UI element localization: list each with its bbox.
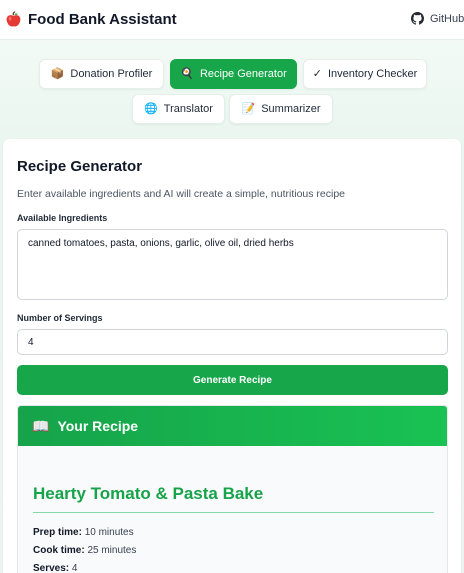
box-icon: 📦 [50, 67, 65, 80]
recipe-result-panel: 📖 Your Recipe Hearty Tomato & Pasta Bake… [17, 405, 448, 573]
tab-label: Recipe Generator [199, 68, 287, 80]
result-header-title: Your Recipe [57, 418, 139, 434]
ingredients-label: Available Ingredients [17, 213, 108, 223]
tab-summarizer[interactable]: 📝 Summarizer [229, 94, 333, 124]
meta-value: 25 minutes [87, 545, 137, 556]
servings-label: Number of Servings [17, 313, 103, 323]
cook-time: Cook time: 25 minutes [33, 545, 136, 556]
section-title: Recipe Generator [17, 158, 143, 175]
meta-label: Serves: [33, 563, 70, 573]
page: Food Bank Assistant GitHub 📦 Donation Pr… [0, 0, 464, 573]
tab-label: Donation Profiler [70, 68, 153, 80]
tab-label: Translator [163, 103, 213, 115]
serves: Serves: 4 [33, 563, 77, 573]
github-label: GitHub [430, 12, 464, 25]
section-description: Enter available ingredients and AI will … [17, 188, 346, 200]
meta-label: Prep time: [33, 527, 82, 538]
ingredients-input[interactable] [17, 229, 448, 300]
globe-icon: 🌐 [144, 102, 158, 115]
servings-input[interactable] [17, 329, 448, 355]
prep-time: Prep time: 10 minutes [33, 527, 134, 538]
meta-label: Cook time: [33, 545, 85, 556]
memo-icon: 📝 [241, 102, 256, 115]
recipe-title: Hearty Tomato & Pasta Bake [33, 484, 264, 503]
app-title: Food Bank Assistant [28, 11, 177, 28]
tab-label: Summarizer [261, 103, 321, 115]
recipe-divider [33, 512, 434, 513]
open-book-icon: 📖 [32, 418, 50, 434]
tab-label: Inventory Checker [327, 68, 418, 80]
frying-pan-icon: 🍳 [180, 67, 194, 80]
github-icon [411, 12, 424, 25]
meta-value: 10 minutes [84, 527, 134, 538]
result-header: 📖 Your Recipe [18, 406, 447, 446]
tab-inventory-checker[interactable]: ✓ Inventory Checker [303, 59, 427, 89]
tab-recipe-generator[interactable]: 🍳 Recipe Generator [170, 59, 297, 89]
apple-icon [6, 11, 21, 27]
tab-donation-profiler[interactable]: 📦 Donation Profiler [39, 59, 164, 89]
generate-recipe-button[interactable]: Generate Recipe [17, 365, 448, 395]
app-header: Food Bank Assistant GitHub [0, 0, 464, 40]
github-link[interactable]: GitHub [411, 12, 464, 25]
meta-value: 4 [71, 563, 78, 573]
tab-translator[interactable]: 🌐 Translator [132, 94, 225, 124]
checkmark-icon: ✓ [312, 67, 322, 80]
